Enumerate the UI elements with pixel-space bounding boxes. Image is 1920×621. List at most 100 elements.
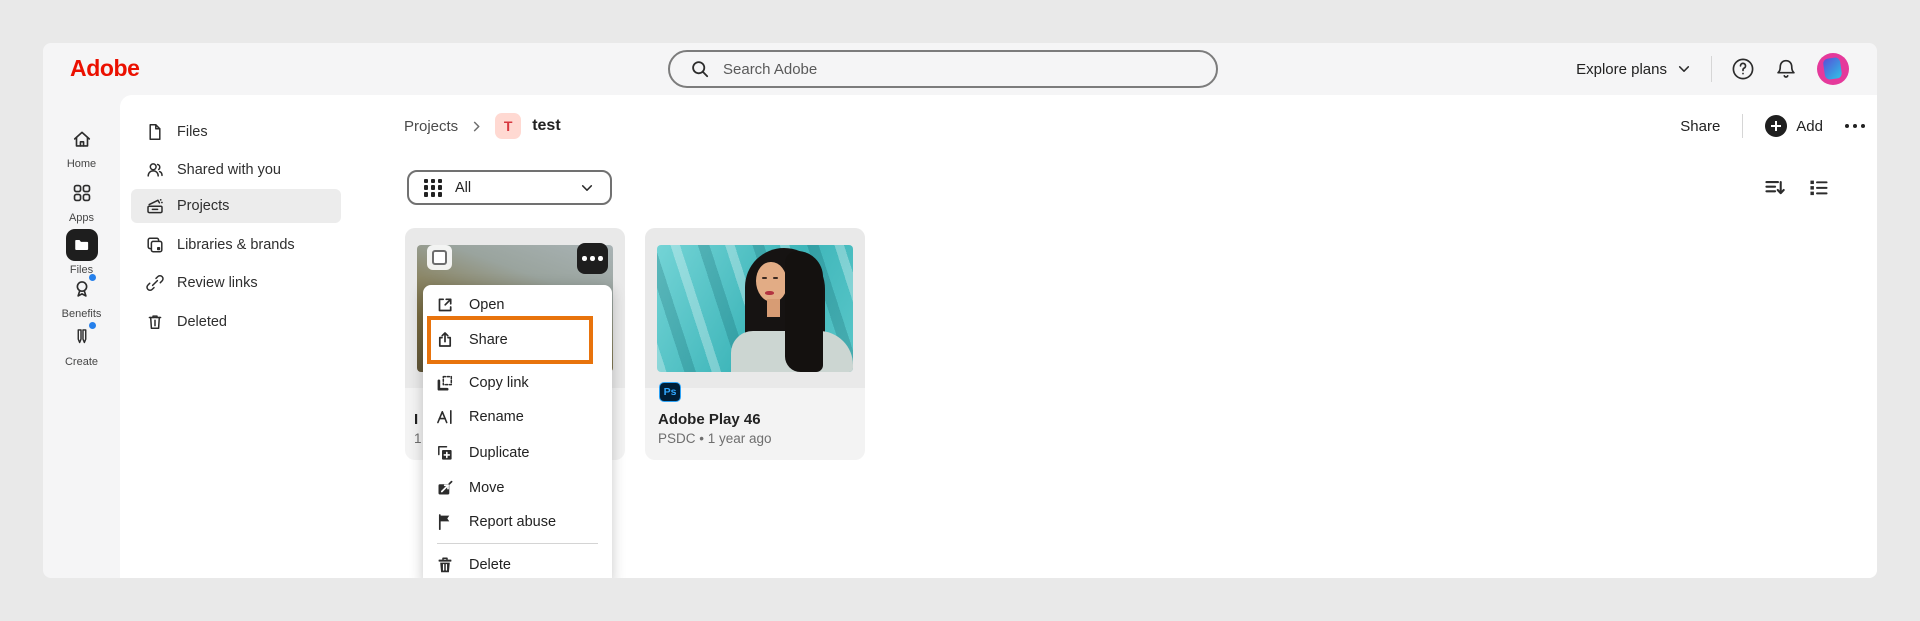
header-actions: Share Add <box>1680 112 1865 140</box>
app-rail: Home Apps Files Benefits Create <box>43 95 120 578</box>
app-window: Adobe Explore plans <box>43 43 1877 578</box>
menu-item-label: Rename <box>469 409 524 425</box>
sidebar-item-label: Projects <box>177 198 230 214</box>
list-view-button[interactable] <box>1807 176 1830 199</box>
photo-eye-shape <box>773 277 778 279</box>
filter-dropdown[interactable]: All <box>407 170 612 205</box>
apps-icon <box>71 182 93 209</box>
photo-hair-shape <box>785 251 823 372</box>
sidebar-item-libraries-brands[interactable]: Libraries & brands <box>131 228 341 262</box>
photo-face-shape <box>756 262 787 302</box>
card-more-options-button[interactable] <box>577 243 608 274</box>
photoshop-badge: Ps <box>659 382 681 402</box>
content-area: Files Shared with you Projects Libraries… <box>120 95 1877 578</box>
topbar-divider <box>1711 56 1712 82</box>
project-card-adobe-play-46[interactable]: Ps Adobe Play 46 PSDC • 1 year ago <box>645 228 865 460</box>
card-meta: PSDC • 1 year ago <box>658 431 772 446</box>
open-icon <box>438 298 452 312</box>
menu-item-report-abuse[interactable]: Report abuse <box>435 505 600 539</box>
rail-label: Create <box>64 356 99 368</box>
breadcrumb-projects-link[interactable]: Projects <box>404 118 458 135</box>
project-thumbnail-portrait[interactable] <box>657 245 853 372</box>
explore-plans-label: Explore plans <box>1576 60 1667 78</box>
menu-item-rename[interactable]: Rename <box>435 400 600 434</box>
duplicate-icon <box>438 446 452 460</box>
question-circle-icon <box>1732 58 1754 80</box>
menu-item-label: Duplicate <box>469 445 530 461</box>
menu-item-move[interactable]: Move <box>435 471 600 505</box>
rail-item-benefits[interactable]: Benefits <box>43 274 120 320</box>
grid-view-icon <box>424 178 442 197</box>
flag-icon <box>438 514 450 531</box>
add-button[interactable]: Add <box>1765 115 1823 137</box>
projects-icon <box>147 199 163 214</box>
account-avatar[interactable] <box>1817 53 1849 85</box>
folder-icon <box>74 240 88 250</box>
menu-item-open[interactable]: Open <box>435 288 600 322</box>
checkbox-box <box>432 250 447 265</box>
share-button[interactable]: Share <box>1680 118 1720 135</box>
list-view-icon <box>1810 180 1828 196</box>
sidebar-item-projects[interactable]: Projects <box>131 189 341 223</box>
active-rail-tile <box>65 229 98 261</box>
add-button-label: Add <box>1796 117 1823 135</box>
sidebar-item-review-links[interactable]: Review links <box>131 266 341 300</box>
people-icon <box>147 163 163 177</box>
sort-button[interactable] <box>1763 176 1786 199</box>
help-button[interactable] <box>1731 57 1755 81</box>
sidebar-item-deleted[interactable]: Deleted <box>131 305 341 339</box>
card-checkbox[interactable] <box>427 245 452 270</box>
menu-item-duplicate[interactable]: Duplicate <box>435 436 600 470</box>
sidebar-item-files[interactable]: Files <box>131 115 341 149</box>
sidebar-item-label: Shared with you <box>177 162 281 178</box>
chevron-down-icon <box>1678 66 1690 72</box>
notifications-button[interactable] <box>1774 57 1798 81</box>
photo-neck-shape <box>767 299 780 317</box>
filter-selected-value: All <box>455 179 472 196</box>
rename-icon <box>437 410 452 424</box>
move-icon <box>438 480 453 495</box>
menu-item-label: Report abuse <box>469 514 557 530</box>
home-icon <box>71 128 93 155</box>
menu-item-copy-link[interactable]: Copy link <box>435 366 600 400</box>
adobe-logo[interactable]: Adobe <box>70 55 140 82</box>
sort-icon <box>1765 181 1785 195</box>
card-title: Adobe Play 46 <box>658 411 761 428</box>
rail-item-apps[interactable]: Apps <box>43 182 120 224</box>
chevron-right-icon <box>474 121 480 131</box>
rail-item-create[interactable]: Create <box>43 322 120 368</box>
search-bar[interactable] <box>668 50 1218 88</box>
breadcrumb: Projects T test <box>404 112 561 140</box>
context-menu: Open Share Copy link Rename Duplicate Mo… <box>423 285 612 578</box>
rail-item-files[interactable]: Files <box>43 229 120 276</box>
search-input[interactable] <box>723 60 1153 78</box>
menu-item-label: Share <box>469 332 508 348</box>
libraries-icon <box>147 237 163 253</box>
rail-label: Home <box>66 158 97 170</box>
sidebar-item-shared-with-you[interactable]: Shared with you <box>131 153 341 187</box>
sidebar-item-label: Libraries & brands <box>177 237 295 253</box>
sidebar-item-label: Deleted <box>177 314 227 330</box>
benefits-icon <box>71 274 96 305</box>
topbar-right-cluster: Explore plans <box>1576 43 1849 95</box>
rail-item-home[interactable]: Home <box>43 128 120 170</box>
more-options-button[interactable] <box>1845 118 1865 134</box>
topbar: Adobe Explore plans <box>43 43 1877 95</box>
avatar-illustration <box>1822 56 1843 81</box>
rail-label: Apps <box>68 212 95 224</box>
search-icon <box>692 61 709 78</box>
screen: Adobe Explore plans <box>0 0 1920 621</box>
menu-item-label: Copy link <box>469 375 529 391</box>
create-icon <box>71 322 96 353</box>
explore-plans-button[interactable]: Explore plans <box>1576 61 1692 78</box>
page-title: test <box>532 117 561 134</box>
photo-lips-shape <box>765 291 774 295</box>
link-icon <box>146 274 164 292</box>
menu-item-label: Move <box>469 480 505 496</box>
menu-item-delete[interactable]: Delete <box>435 548 600 578</box>
notification-dot <box>88 322 96 329</box>
rail-label: Benefits <box>61 308 102 320</box>
share-icon <box>438 332 452 347</box>
document-icon <box>149 124 161 140</box>
menu-item-share[interactable]: Share <box>435 323 600 357</box>
